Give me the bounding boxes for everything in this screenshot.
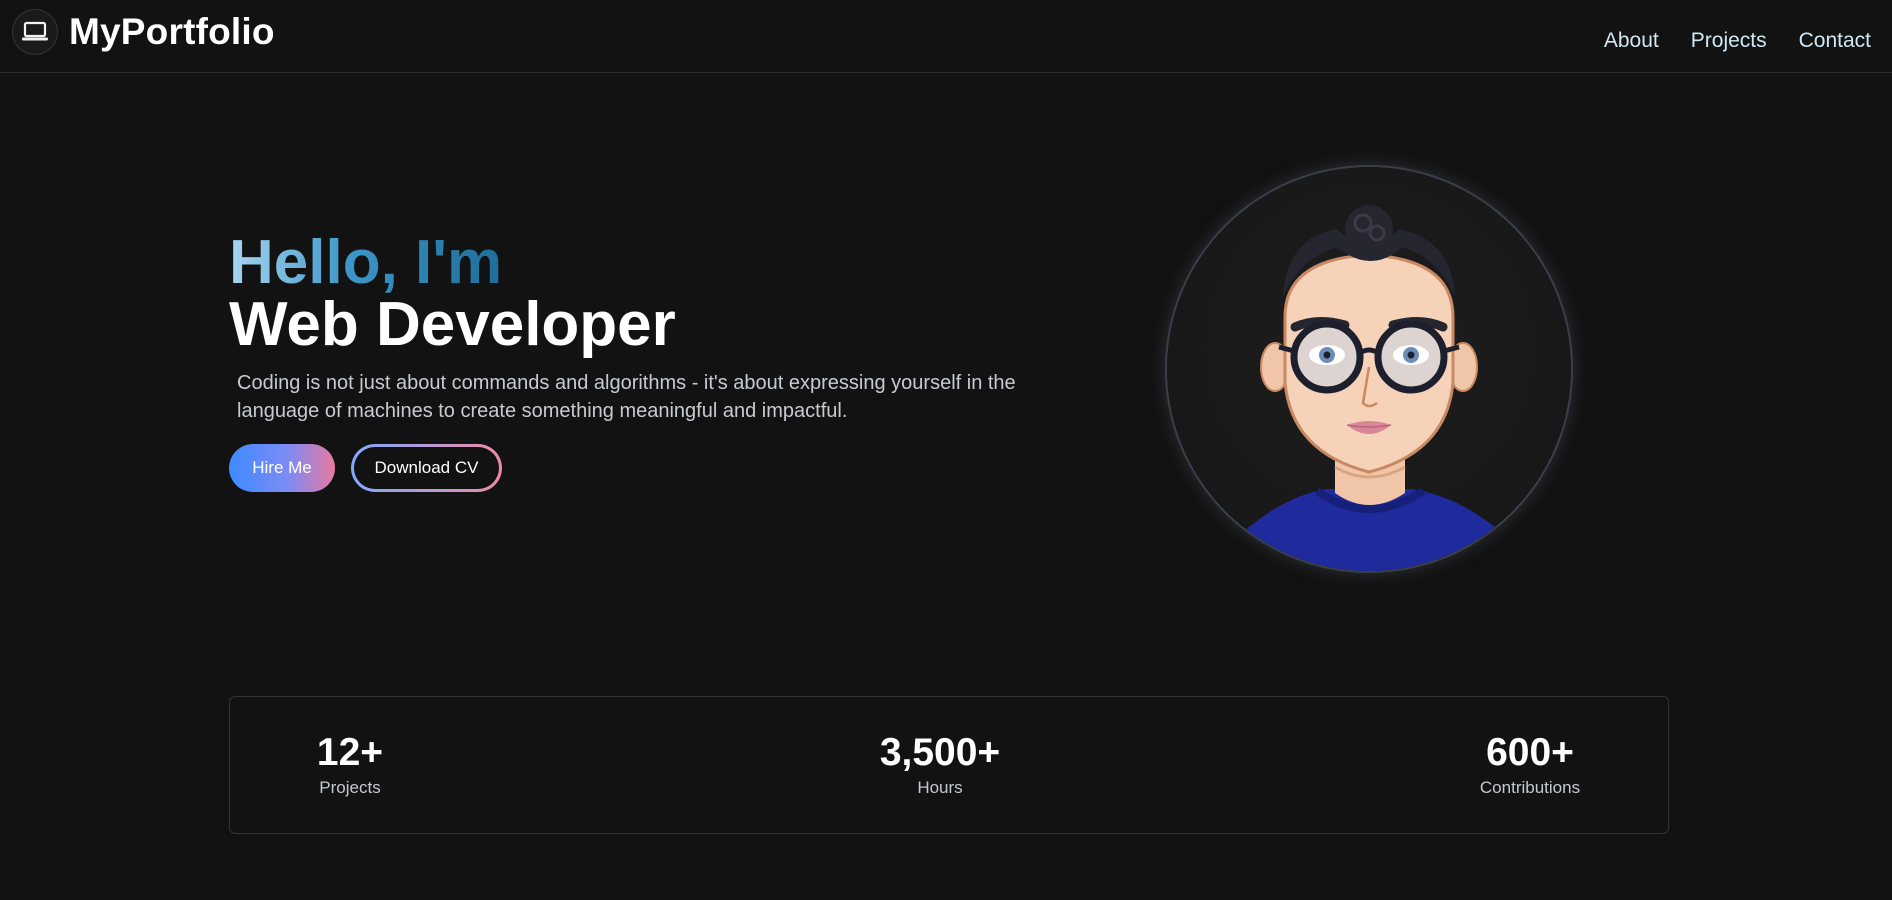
hero-greeting: Hello, I'm xyxy=(229,228,503,297)
stat-label: Hours xyxy=(917,778,963,797)
stat-hours: 3,500+ Hours xyxy=(840,732,1040,798)
nav-link-contact[interactable]: Contact xyxy=(1799,29,1871,53)
brand[interactable]: MyPortfolio xyxy=(12,9,275,55)
avatar-illustration xyxy=(1227,205,1517,571)
laptop-icon xyxy=(12,9,58,55)
hire-me-button[interactable]: Hire Me xyxy=(229,444,335,492)
nav-link-about[interactable]: About xyxy=(1604,29,1659,53)
navbar: MyPortfolio About Projects Contact xyxy=(0,0,1892,73)
stat-label: Projects xyxy=(319,778,381,797)
stat-label: Contributions xyxy=(1479,778,1581,797)
nav-link-projects[interactable]: Projects xyxy=(1691,29,1767,53)
stat-projects: 12+ Projects xyxy=(280,732,420,798)
download-cv-label[interactable]: Download CV xyxy=(354,447,499,489)
download-cv-button[interactable]: Download CV xyxy=(351,444,502,492)
brand-name: MyPortfolio xyxy=(69,11,275,52)
nav-links: About Projects Contact xyxy=(1572,29,1871,53)
stat-contributions: 600+ Contributions xyxy=(1440,732,1620,798)
stats-panel: 12+ Projects 3,500+ Hours 600+ Contribut… xyxy=(229,696,1669,834)
stat-value: 3,500+ xyxy=(879,731,1001,774)
stat-value: 12+ xyxy=(316,731,384,774)
hero-title: Web Developer xyxy=(229,290,676,359)
avatar xyxy=(1167,167,1571,571)
hero-description: Coding is not just about commands and al… xyxy=(237,372,1016,422)
stat-value: 600+ xyxy=(1486,731,1574,774)
